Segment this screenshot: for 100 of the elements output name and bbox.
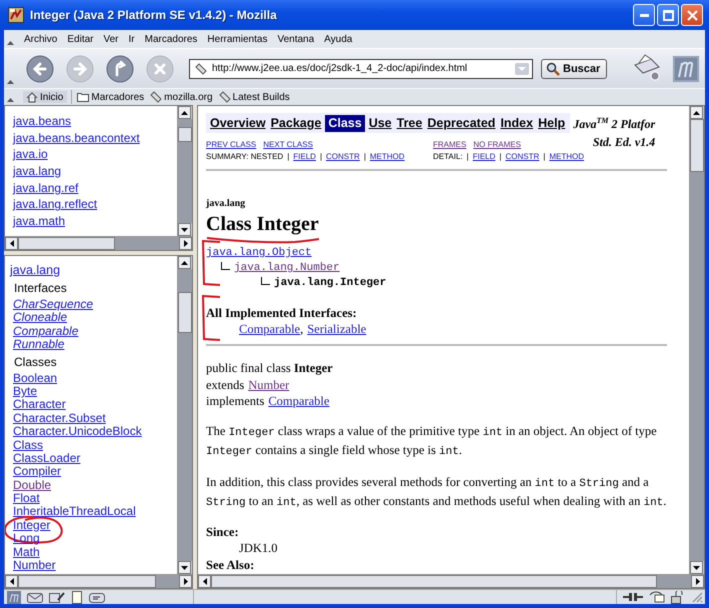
connection-plug-icon (623, 592, 643, 602)
menu-item[interactable]: Herramientas (202, 34, 272, 44)
class-list-item[interactable]: Byte (13, 384, 38, 398)
scroll-right-button[interactable] (179, 237, 192, 250)
scroll-left-button[interactable] (5, 237, 18, 250)
scroll-left-button[interactable] (198, 575, 211, 588)
horizontal-scrollbar[interactable] (5, 236, 192, 250)
interface-link[interactable]: Runnable (13, 338, 177, 352)
frame-title-link[interactable]: java.lang (10, 262, 177, 278)
interface-link[interactable]: Serializable (307, 322, 366, 336)
tree-branch-line (261, 277, 270, 285)
scroll-thumb[interactable] (18, 575, 156, 588)
menu-item[interactable]: Editar (62, 34, 98, 44)
package-list-item[interactable]: java.beans.beancontext (13, 130, 140, 145)
separator-text: , (300, 322, 304, 336)
scroll-down-button[interactable] (178, 223, 191, 236)
scroll-left-button[interactable] (5, 575, 18, 588)
class-list-item[interactable]: Class (13, 438, 44, 452)
scroll-thumb[interactable] (211, 575, 658, 588)
class-list-item[interactable]: Character (13, 397, 66, 412)
interface-link[interactable]: Cloneable (13, 311, 177, 325)
nav-link[interactable]: Class (325, 115, 365, 132)
class-hierarchy-link[interactable]: java.lang.Number (234, 261, 340, 276)
scroll-right-button[interactable] (179, 575, 192, 588)
scroll-thumb[interactable] (178, 292, 192, 334)
package-list-item[interactable]: java.io (13, 147, 48, 162)
nav-link[interactable]: Tree (396, 115, 424, 132)
bookmark-item[interactable]: Inicio (23, 91, 68, 103)
class-list-item[interactable]: Float (13, 491, 40, 506)
address-field[interactable]: http://www.j2ee.ua.es/doc/j2sdk-1_4_2-doc/api/index.html (189, 58, 533, 78)
platform-label: Java$^{TM}$ 2 Platfor (573, 115, 656, 133)
declaration-link[interactable]: Comparable (268, 393, 330, 410)
bookmark-item[interactable]: Latest Builds (218, 91, 291, 103)
package-list-item[interactable]: java.lang.reflect (13, 197, 98, 212)
minimize-button[interactable] (633, 4, 655, 26)
class-list-item[interactable]: Character.UnicodeBlock (13, 424, 142, 438)
menu-item[interactable]: Ayuda (319, 34, 358, 44)
class-list-item[interactable]: Compiler (13, 464, 62, 478)
interface-link[interactable]: Comparable (239, 322, 300, 336)
maximize-button[interactable] (657, 4, 679, 26)
class-list-item[interactable]: Integer (13, 518, 50, 532)
horizontal-scrollbar[interactable] (5, 574, 192, 588)
nav-link[interactable]: Use (368, 115, 393, 132)
right-triangle-icon (184, 578, 188, 585)
class-list-item[interactable]: ClassLoader (13, 450, 80, 465)
menu-item[interactable]: Ver (98, 34, 124, 44)
summary-link[interactable]: CONSTR (326, 151, 360, 163)
interface-link[interactable]: CharSequence (13, 298, 177, 312)
summary-link[interactable]: METHOD (370, 151, 405, 163)
class-list-item[interactable]: Number (13, 558, 56, 572)
declaration-link[interactable]: Number (248, 376, 290, 393)
nav-link[interactable]: NEXT CLASS (263, 139, 313, 151)
bookmark-item[interactable]: Marcadores (76, 91, 146, 103)
summary-link[interactable]: METHOD (549, 151, 584, 163)
section-heading: Classes (14, 354, 58, 369)
nav-link[interactable]: Deprecated (426, 115, 496, 132)
package-list-item[interactable]: java.math (13, 214, 66, 228)
package-list-item[interactable]: java.lang.ref (13, 180, 78, 195)
close-button[interactable] (681, 4, 703, 26)
class-list-item[interactable]: Long (13, 531, 40, 546)
horizontal-scrollbar[interactable] (198, 574, 704, 588)
nav-link[interactable]: Overview (209, 115, 267, 132)
scroll-thumb[interactable] (178, 127, 192, 142)
scroll-thumb[interactable] (18, 237, 115, 250)
nav-link[interactable]: PREV CLASS (206, 139, 256, 151)
menu-item[interactable]: Marcadores (140, 34, 202, 44)
bookmark-item[interactable]: mozilla.org (149, 91, 214, 103)
menu-item[interactable]: Ventana (272, 34, 320, 44)
menu-item[interactable]: Ir (124, 34, 140, 44)
nav-link[interactable]: NO FRAMES (473, 139, 521, 151)
tree-branch-line (221, 262, 230, 270)
scroll-down-button[interactable] (690, 561, 703, 574)
scroll-thumb[interactable] (690, 119, 704, 172)
vertical-scrollbar[interactable] (177, 256, 192, 574)
nav-link[interactable]: Index (499, 115, 534, 132)
scroll-up-button[interactable] (690, 106, 703, 119)
class-list-item[interactable]: Character.Subset (13, 410, 106, 425)
summary-link[interactable]: FIELD (293, 151, 316, 163)
package-list-item[interactable]: java.lang (13, 164, 62, 178)
vertical-scrollbar[interactable] (177, 106, 192, 236)
scroll-down-button[interactable] (178, 561, 191, 574)
search-button[interactable]: Buscar (541, 58, 608, 78)
nav-link[interactable]: Help (537, 115, 566, 132)
class-list-item[interactable]: Double (13, 478, 52, 492)
class-list-item[interactable]: InheritableThreadLocal (13, 504, 136, 518)
nav-link[interactable]: Package (270, 115, 322, 132)
nav-link[interactable]: FRAMES (433, 139, 466, 151)
up-triangle-icon (181, 110, 188, 114)
vertical-scrollbar[interactable] (689, 106, 704, 574)
class-hierarchy-link[interactable]: java.lang.Object (206, 246, 312, 261)
summary-link[interactable]: CONSTR (505, 151, 540, 163)
scroll-right-button[interactable] (691, 575, 704, 588)
class-list-item[interactable]: Math (13, 544, 40, 559)
menu-item[interactable]: Archivo (19, 34, 62, 44)
package-list-item[interactable]: java.beans (13, 114, 72, 128)
class-list-item[interactable]: Boolean (13, 370, 58, 385)
scroll-up-button[interactable] (178, 106, 191, 119)
summary-link[interactable]: FIELD (472, 151, 496, 163)
interface-link[interactable]: Comparable (13, 324, 177, 338)
scroll-up-button[interactable] (178, 256, 191, 269)
